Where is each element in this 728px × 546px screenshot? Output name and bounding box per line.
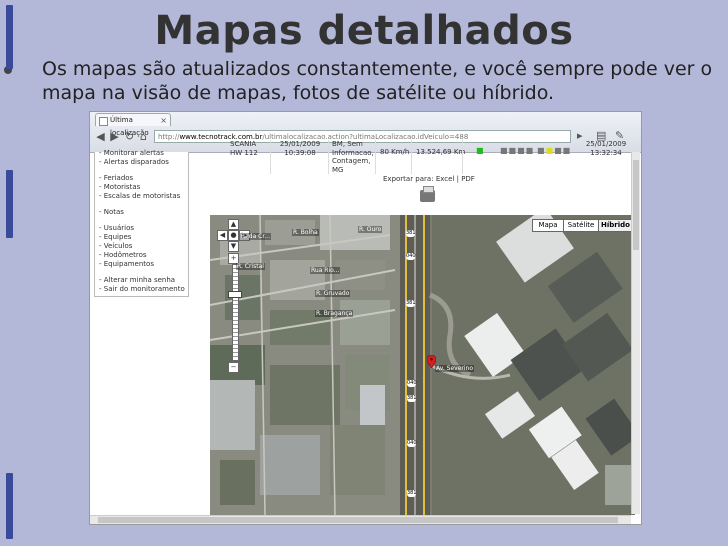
printer-icon[interactable] bbox=[420, 186, 435, 202]
menu-item[interactable]: - Monitorar alertas bbox=[99, 149, 184, 158]
satellite-map[interactable]: Mapa Satélite Híbrido ▲ ◀ ● ▶ ▼ + − R. B… bbox=[210, 215, 635, 515]
street-label: R. Bolha bbox=[292, 229, 319, 236]
zoom-slider[interactable] bbox=[232, 264, 239, 361]
page-icon bbox=[99, 117, 108, 126]
export-excel-link[interactable]: Excel bbox=[436, 175, 455, 183]
route-shield: 381 bbox=[407, 490, 417, 497]
address-cell: ВМ, Sem Informacao, Contagem, MG bbox=[332, 140, 374, 174]
menu-item[interactable]: - Feriados bbox=[99, 174, 184, 183]
route-shield: 040 bbox=[407, 380, 417, 387]
side-accent-bar bbox=[6, 170, 13, 238]
status-ignition-icon: ■ bbox=[476, 146, 485, 155]
route-shield: 381 bbox=[407, 395, 417, 402]
menu-item[interactable]: - Hodômetros bbox=[99, 251, 184, 260]
street-label: Rua Rio... bbox=[310, 267, 341, 274]
street-label: R. Cristal bbox=[236, 263, 265, 270]
close-icon[interactable]: × bbox=[160, 114, 167, 127]
menu-item[interactable]: - Usuários bbox=[99, 224, 184, 233]
vehicle-plate: HW 112 bbox=[230, 148, 258, 157]
zoom-slider-thumb[interactable] bbox=[228, 291, 242, 298]
home-button[interactable]: ⌂ bbox=[137, 130, 150, 143]
route-shield: 381 bbox=[406, 230, 416, 237]
slide-title: Mapas detalhados bbox=[154, 8, 574, 54]
forward-button[interactable]: ▶ bbox=[108, 130, 121, 143]
menu-item[interactable]: - Sair do monitoramento bbox=[99, 285, 185, 294]
embedded-screenshot: Última localização × ◀ ▶ ↻ ⌂ http://www.… bbox=[89, 111, 642, 525]
status-indicators-icon: ■■■■ bbox=[500, 146, 535, 155]
street-label: R. da Cr... bbox=[240, 233, 271, 240]
zoom-out-button[interactable]: − bbox=[228, 362, 239, 373]
map-type-hybrid-button[interactable]: Híbrido bbox=[598, 219, 633, 232]
route-shield: 040 bbox=[406, 253, 416, 260]
street-label: R. Ouro bbox=[358, 226, 383, 233]
scrollbar-thumb[interactable] bbox=[98, 517, 618, 523]
map-zoom-control: ▲ ◀ ● ▶ ▼ + − bbox=[214, 219, 254, 373]
street-label: Av. Severino bbox=[435, 365, 475, 372]
horizontal-scrollbar[interactable] bbox=[90, 515, 631, 524]
last-update-cell: 25/01/2009 13:32:34 bbox=[581, 140, 631, 157]
browser-tab[interactable]: Última localização × bbox=[95, 113, 171, 137]
export-links: Exportar para: Excel | PDF bbox=[383, 175, 475, 183]
menu-item[interactable]: - Veículos bbox=[99, 242, 184, 251]
address-line: Contagem, bbox=[332, 157, 371, 165]
route-shield: 040 bbox=[407, 440, 417, 447]
menu-item[interactable]: - Alterar minha senha bbox=[99, 276, 184, 285]
vertical-scrollbar[interactable] bbox=[631, 152, 640, 514]
pan-left-icon[interactable]: ◀ bbox=[217, 230, 228, 241]
street-label: R. Bragança bbox=[315, 310, 354, 317]
update-date: 25/01/2009 bbox=[585, 140, 627, 148]
reload-button[interactable]: ↻ bbox=[123, 130, 136, 143]
menu-item[interactable]: - Escalas de motoristas bbox=[99, 192, 184, 201]
speed-cell: 80 Km/h bbox=[380, 148, 410, 156]
menu-item[interactable]: - Motoristas bbox=[99, 183, 184, 192]
side-accent-bar bbox=[6, 473, 13, 539]
menu-item[interactable]: - Notas bbox=[99, 208, 184, 217]
pan-up-icon[interactable]: ▲ bbox=[228, 219, 239, 230]
export-pdf-link[interactable]: PDF bbox=[461, 175, 475, 183]
vehicle-model: SCANIA bbox=[230, 140, 257, 148]
route-shield: 381 bbox=[406, 300, 416, 307]
vehicle-cell: SCANIA HW 112 bbox=[230, 140, 258, 157]
export-label: Exportar para: bbox=[383, 175, 434, 183]
menu-item[interactable]: - Alertas disparados bbox=[99, 158, 184, 167]
table-row: SCANIA HW 112 25/01/2009 10:39:08 ВМ, Se… bbox=[230, 140, 635, 174]
side-accent-bar bbox=[6, 5, 13, 69]
menu-item[interactable]: - Equipes bbox=[99, 233, 184, 242]
back-button[interactable]: ◀ bbox=[94, 130, 107, 143]
record-time: 10:39:08 bbox=[284, 148, 316, 157]
location-pin-icon[interactable] bbox=[427, 355, 436, 368]
update-time: 13:32:34 bbox=[590, 148, 622, 157]
status-indicators-icon: ■■■■ bbox=[537, 146, 572, 155]
odometer-cell: 13.524,69 Km bbox=[416, 148, 466, 156]
record-date: 25/01/2009 bbox=[279, 140, 321, 148]
map-type-satellite-button[interactable]: Satélite bbox=[563, 219, 599, 232]
map-type-mapa-button[interactable]: Mapa bbox=[532, 219, 564, 232]
pan-reset-icon[interactable]: ● bbox=[228, 230, 239, 241]
address-line: MG bbox=[332, 165, 344, 174]
menu-item[interactable]: - Equipamentos bbox=[99, 260, 184, 269]
side-menu: - Monitorar alertas - Alertas disparados… bbox=[94, 149, 189, 297]
pan-down-icon[interactable]: ▼ bbox=[228, 241, 239, 252]
address-line: Informacao, bbox=[332, 148, 374, 157]
map-imagery bbox=[210, 215, 635, 515]
scrollbar-thumb[interactable] bbox=[633, 160, 639, 250]
date-cell: 25/01/2009 10:39:08 bbox=[275, 140, 325, 157]
bullet-text: Os mapas são atualizados constantemente,… bbox=[42, 58, 713, 104]
street-label: R. Gruvado bbox=[315, 290, 351, 297]
address-line: ВМ, Sem bbox=[332, 140, 363, 148]
bullet-point: Os mapas são atualizados constantemente,… bbox=[4, 57, 721, 105]
